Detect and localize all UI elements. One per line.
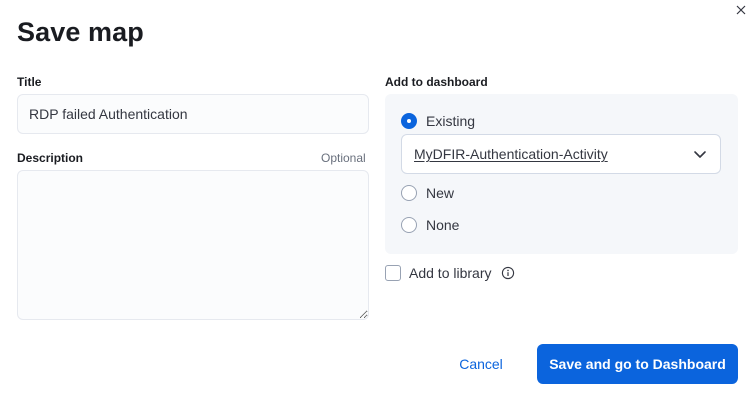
radio-none[interactable]: None	[401, 217, 459, 233]
save-and-go-to-dashboard-button[interactable]: Save and go to Dashboard	[537, 344, 738, 384]
radio-none-control[interactable]	[401, 217, 417, 233]
add-to-library-label[interactable]: Add to library	[409, 265, 491, 281]
radio-new-control[interactable]	[401, 185, 417, 201]
radio-existing-label: Existing	[426, 113, 476, 129]
title-input[interactable]	[17, 94, 369, 134]
add-to-library-row: Add to library	[385, 265, 515, 281]
description-textarea[interactable]	[17, 170, 369, 320]
description-optional-hint: Optional	[321, 151, 366, 165]
dashboard-select-value: MyDFIR-Authentication-Activity	[414, 146, 608, 162]
title-label: Title	[17, 75, 42, 89]
add-to-dashboard-label: Add to dashboard	[385, 75, 488, 89]
radio-existing-control[interactable]	[401, 113, 417, 129]
close-icon	[736, 5, 746, 15]
description-label: Description	[17, 151, 84, 165]
chevron-down-icon	[694, 151, 706, 158]
modal-title: Save map	[17, 17, 144, 47]
dashboard-select[interactable]: MyDFIR-Authentication-Activity	[401, 134, 721, 174]
radio-none-label: None	[426, 217, 460, 233]
cancel-button[interactable]: Cancel	[445, 344, 517, 384]
add-to-library-checkbox[interactable]	[385, 265, 401, 281]
info-icon[interactable]	[501, 266, 515, 280]
radio-new[interactable]: New	[401, 185, 454, 201]
radio-new-label: New	[426, 185, 455, 201]
close-button[interactable]	[733, 2, 749, 18]
radio-existing[interactable]: Existing	[401, 113, 475, 129]
